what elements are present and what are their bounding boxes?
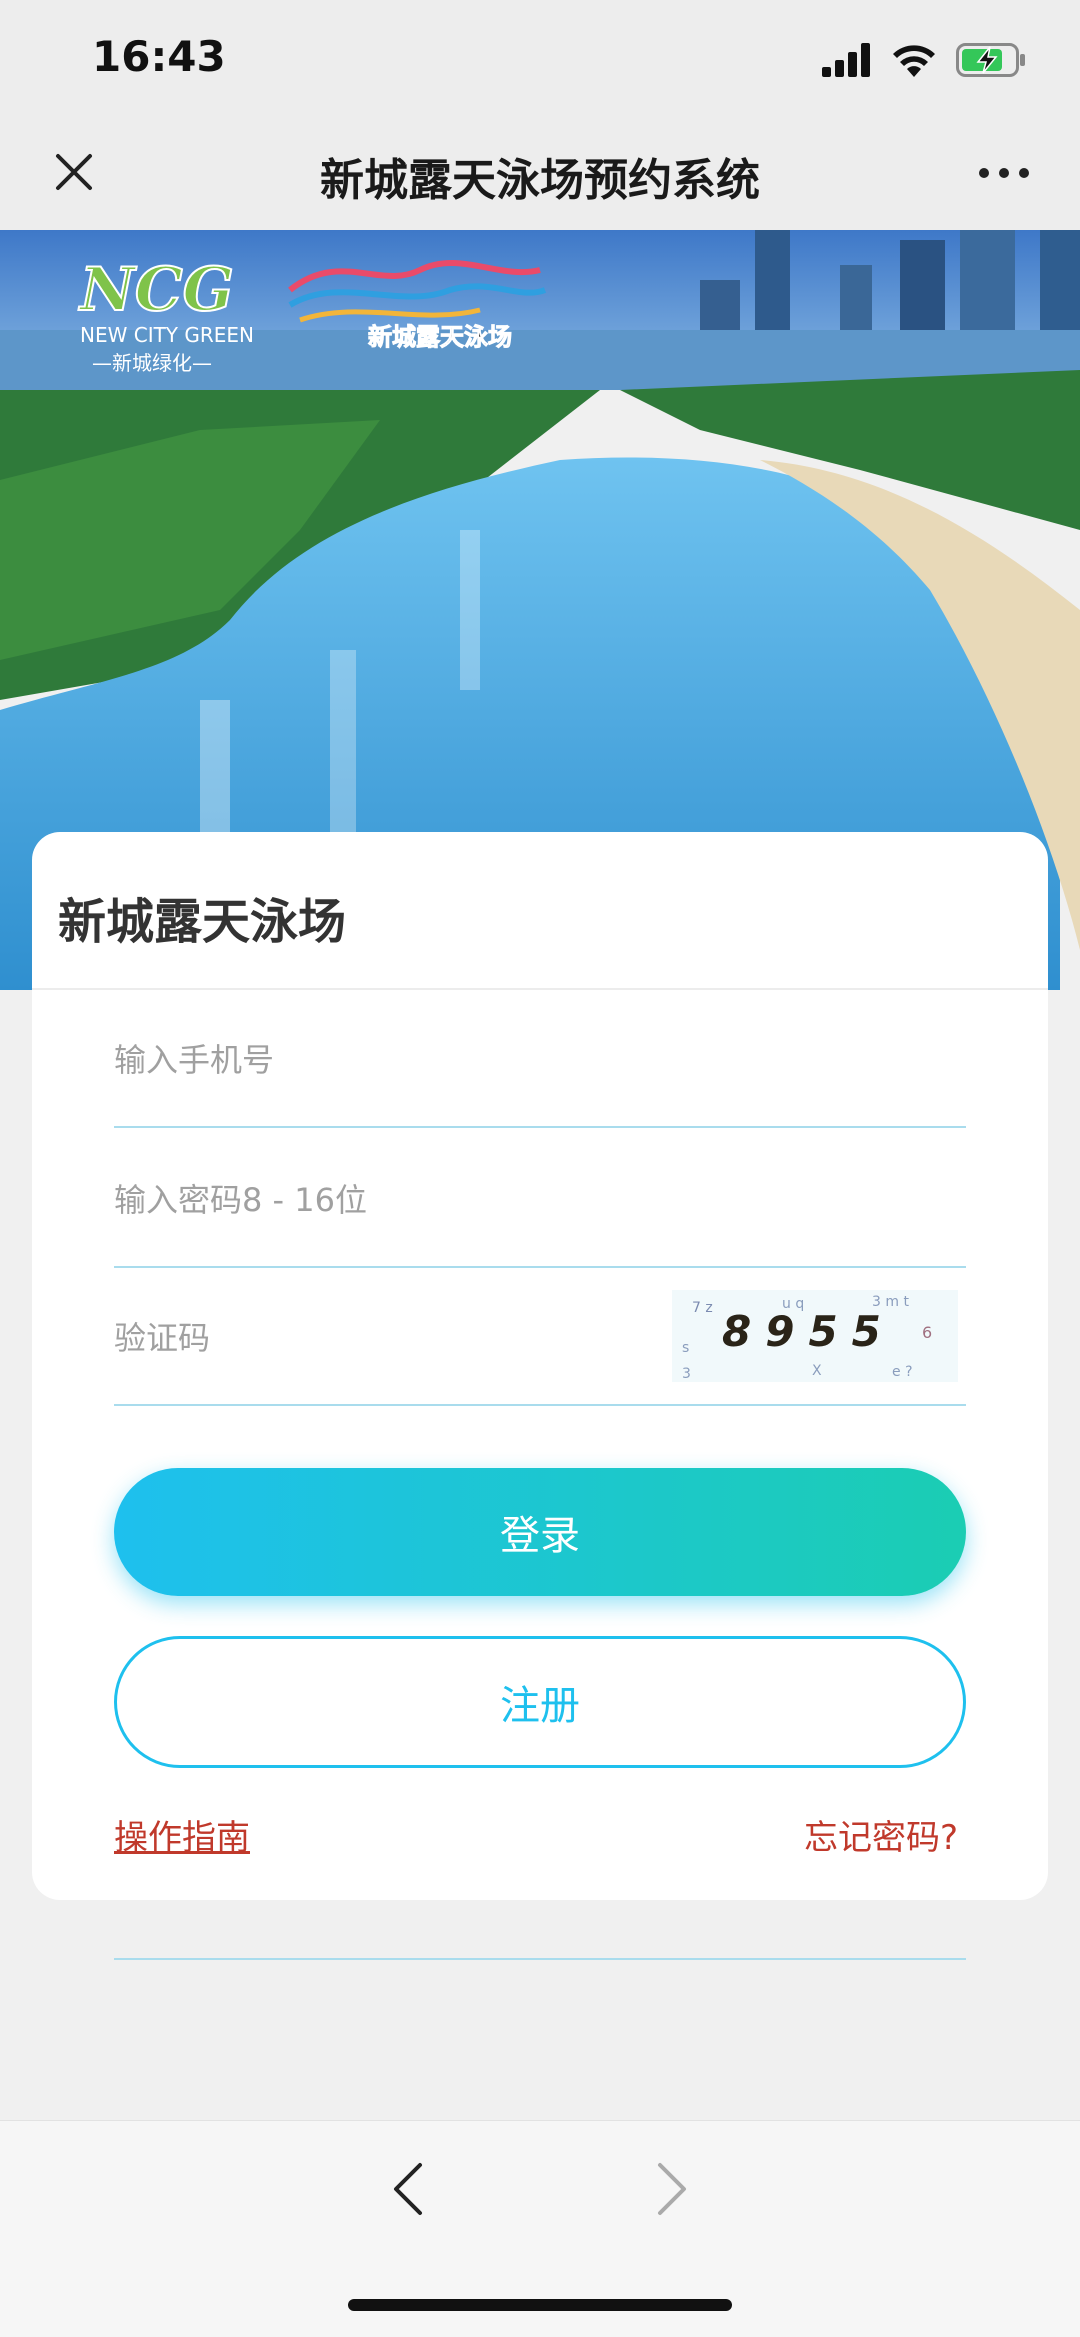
svg-text:X: X xyxy=(812,1363,822,1379)
page-title: 新城露天泳场预约系统 xyxy=(320,155,760,206)
phone-input[interactable] xyxy=(114,1032,674,1088)
guide-link[interactable]: 操作指南 xyxy=(114,1810,250,1859)
wifi-icon xyxy=(893,45,935,77)
status-bar: 16:43 xyxy=(0,0,1080,118)
status-time: 16:43 xyxy=(92,32,226,81)
svg-text:NEW CITY GREEN: NEW CITY GREEN xyxy=(80,323,254,347)
captcha-code: 8955 xyxy=(722,1307,895,1356)
card-title: 新城露天泳场 xyxy=(58,894,347,950)
status-icons xyxy=(822,40,1026,80)
more-icon[interactable] xyxy=(976,158,1032,188)
battery-charging-icon xyxy=(956,43,1025,77)
captcha-input[interactable] xyxy=(114,1310,514,1366)
login-button[interactable]: 登录 xyxy=(114,1468,966,1596)
svg-text:e ?: e ? xyxy=(892,1364,913,1380)
svg-text:6: 6 xyxy=(922,1323,932,1342)
home-indicator xyxy=(348,2299,732,2311)
nav-bar: 新城露天泳场预约系统 xyxy=(0,118,1080,230)
svg-text:3: 3 xyxy=(682,1366,691,1382)
forgot-password-link[interactable]: 忘记密码? xyxy=(804,1810,958,1859)
phone-field xyxy=(114,988,966,1128)
svg-text:新城露天泳场: 新城露天泳场 xyxy=(368,323,512,351)
password-field xyxy=(114,1128,966,1268)
bottom-nav-bar xyxy=(0,2120,1080,2337)
signal-icon xyxy=(822,43,870,77)
svg-text:NCG: NCG xyxy=(78,255,234,325)
password-input[interactable] xyxy=(114,1172,674,1228)
svg-text:—新城绿化—: —新城绿化— xyxy=(92,351,212,375)
svg-text:7 z: 7 z xyxy=(692,1300,713,1316)
forward-arrow-icon[interactable] xyxy=(652,2159,692,2219)
captcha-image[interactable]: 7 z u q 3 m t s 6 X e ? 3 8955 xyxy=(672,1290,958,1382)
svg-text:s: s xyxy=(682,1340,689,1356)
back-arrow-icon[interactable] xyxy=(388,2159,428,2219)
captcha-field: 7 z u q 3 m t s 6 X e ? 3 8955 xyxy=(114,1266,966,1406)
close-icon[interactable] xyxy=(48,146,100,198)
register-button[interactable]: 注册 xyxy=(114,1636,966,1768)
